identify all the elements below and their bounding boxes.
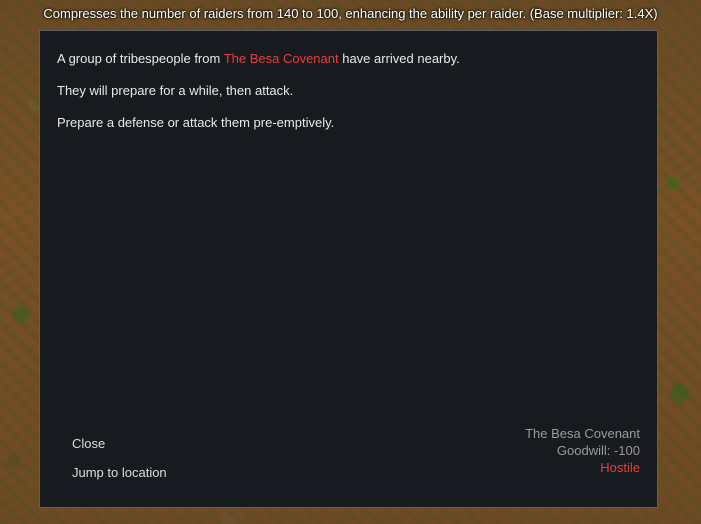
letter-line-advice: Prepare a defense or attack them pre-emp… [57,115,335,130]
faction-info-name: The Besa Covenant [525,426,640,441]
close-button[interactable]: Close [72,436,105,451]
letter-dialog: A group of tribespeople from The Besa Co… [39,30,658,508]
letter-line-prefix: A group of tribespeople from [57,51,224,66]
letter-line-arrival: A group of tribespeople from The Besa Co… [57,51,460,66]
raid-tooltip: Compresses the number of raiders from 14… [43,6,658,21]
faction-relation-status: Hostile [600,460,640,475]
faction-goodwill: Goodwill: -100 [556,443,640,458]
jump-to-location-button[interactable]: Jump to location [72,465,167,480]
faction-info-panel: The Besa Covenant Goodwill: -100 Hostile [525,425,640,476]
faction-name-link: The Besa Covenant [223,51,339,66]
letter-line-suffix: have arrived nearby. [338,51,460,66]
letter-line-prepare: They will prepare for a while, then atta… [57,83,294,98]
